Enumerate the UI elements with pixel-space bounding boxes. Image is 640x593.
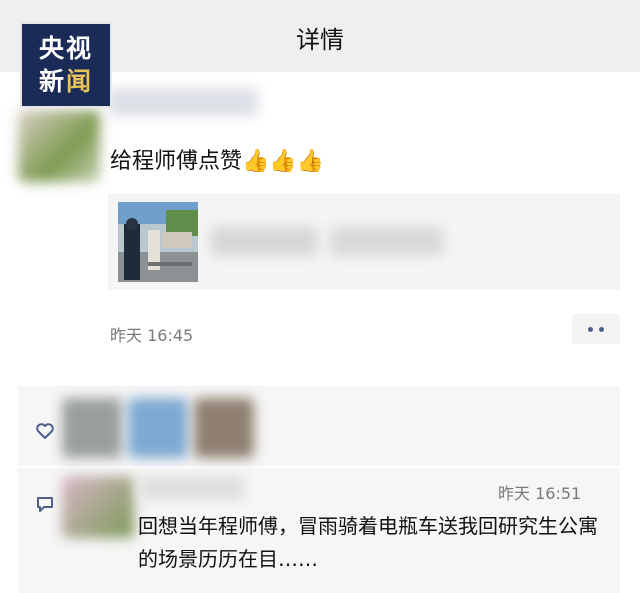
heart-icon	[35, 421, 55, 445]
post-time: 昨天 16:45	[110, 326, 194, 345]
commenter-avatar[interactable]	[62, 476, 134, 538]
poster-avatar[interactable]	[18, 110, 100, 182]
link-thumbnail[interactable]	[118, 202, 198, 282]
like-avatar[interactable]	[194, 398, 254, 458]
more-dots-icon[interactable]	[572, 314, 620, 344]
comment-time: 昨天 16:51	[498, 484, 582, 503]
link-title-blurred-2	[330, 226, 444, 256]
logo-line1: 央视	[38, 34, 93, 63]
commenter-name[interactable]	[140, 476, 244, 500]
comment-text: 回想当年程师傅，冒雨骑着电瓶车送我回研究生公寓的场景历历在目……	[138, 514, 598, 571]
poster-name[interactable]	[108, 88, 258, 116]
cctv-news-logo: 央视 新闻	[20, 22, 112, 108]
link-title-blurred	[210, 226, 318, 256]
logo-line2: 新闻	[38, 67, 94, 96]
like-avatar[interactable]	[128, 398, 188, 458]
like-avatar[interactable]	[62, 398, 122, 458]
post-text: 给程师傅点赞👍👍👍	[110, 149, 325, 174]
comment-icon	[35, 494, 55, 518]
